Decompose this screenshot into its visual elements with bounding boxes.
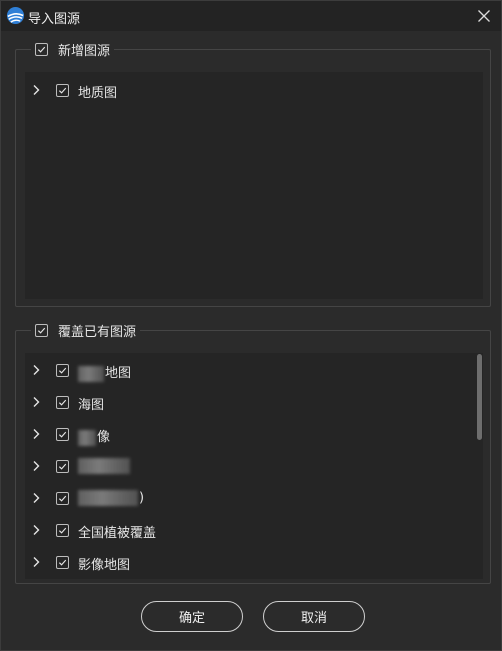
checkmark-icon xyxy=(58,495,67,502)
chevron-right-icon[interactable] xyxy=(31,363,41,377)
tree-row-checkbox[interactable] xyxy=(56,460,69,473)
redacted-text xyxy=(78,365,104,382)
tree-row-checkbox[interactable] xyxy=(56,428,69,441)
overwrite-sources-checkbox[interactable] xyxy=(35,323,48,337)
checkmark-icon xyxy=(37,327,46,334)
app-logo-icon xyxy=(6,6,25,25)
checkmark-icon xyxy=(58,87,67,94)
new-sources-header: 新增图源 xyxy=(31,40,115,59)
chevron-right-icon[interactable] xyxy=(31,555,41,569)
cancel-button[interactable]: 取消 xyxy=(263,601,365,632)
chevron-right-icon[interactable] xyxy=(31,395,41,409)
overwrite-sources-header: 覆盖已有图源 xyxy=(31,321,141,340)
vertical-scrollbar[interactable] xyxy=(475,353,483,579)
tree-row[interactable]: 地质图 xyxy=(25,76,471,104)
redacted-text xyxy=(78,458,130,474)
checkmark-icon xyxy=(58,463,67,470)
checkmark-icon xyxy=(58,431,67,438)
tree-row-checkbox[interactable] xyxy=(56,84,69,97)
new-sources-checkbox[interactable] xyxy=(35,42,48,56)
tree-row[interactable]: 全国植被覆盖 xyxy=(25,516,471,544)
tree-row-label: ) xyxy=(139,490,145,506)
chevron-right-icon[interactable] xyxy=(31,83,41,97)
tree-row-label: 地质图 xyxy=(78,86,118,101)
tree-row-label: 像 xyxy=(97,430,111,445)
tree-row-checkbox[interactable] xyxy=(56,396,69,409)
chevron-right-icon[interactable] xyxy=(31,523,41,537)
title-bar[interactable]: 导入图源 xyxy=(1,1,501,31)
chevron-right-icon[interactable] xyxy=(31,459,41,473)
tree-row[interactable] xyxy=(25,452,471,480)
overwrite-sources-label: 覆盖已有图源 xyxy=(58,324,137,340)
tree-row[interactable]: 影像地图 xyxy=(25,548,471,576)
checkmark-icon xyxy=(58,559,67,566)
checkmark-icon xyxy=(37,46,46,53)
tree-row-checkbox[interactable] xyxy=(56,364,69,377)
checkmark-icon xyxy=(58,367,67,374)
tree-row-label: 影像地图 xyxy=(78,558,131,573)
tree-row-label: 地图 xyxy=(105,366,132,381)
ok-button[interactable]: 确定 xyxy=(141,601,243,632)
tree-row[interactable]: 像 xyxy=(25,420,471,448)
tree-row-checkbox[interactable] xyxy=(56,556,69,569)
tree-row-label: 海图 xyxy=(78,398,105,413)
redacted-text xyxy=(78,490,138,506)
tree-row[interactable]: 地图 xyxy=(25,356,471,384)
tree-row-checkbox[interactable] xyxy=(56,524,69,537)
dialog-title: 导入图源 xyxy=(28,12,81,27)
close-button[interactable] xyxy=(471,3,497,29)
overwrite-sources-tree[interactable]: 地图 海图 像 ) 全国植被覆盖 影像地图 xyxy=(25,353,483,579)
import-source-dialog: 导入图源 新增图源 地质图 覆盖已有图源 地图 海图 像) 全国植被覆盖 影像… xyxy=(0,0,502,651)
tree-row-label: 全国植被覆盖 xyxy=(78,526,157,541)
checkmark-icon xyxy=(58,399,67,406)
new-sources-label: 新增图源 xyxy=(58,43,111,59)
close-icon xyxy=(478,10,490,22)
redacted-text xyxy=(78,429,96,446)
tree-row[interactable]: 海图 xyxy=(25,388,471,416)
new-sources-tree: 地质图 xyxy=(25,72,483,299)
tree-row-checkbox[interactable] xyxy=(56,492,69,505)
chevron-right-icon[interactable] xyxy=(31,427,41,441)
chevron-right-icon[interactable] xyxy=(31,491,41,505)
scrollbar-thumb[interactable] xyxy=(477,354,482,440)
checkmark-icon xyxy=(58,527,67,534)
tree-row[interactable]: ) xyxy=(25,484,471,512)
